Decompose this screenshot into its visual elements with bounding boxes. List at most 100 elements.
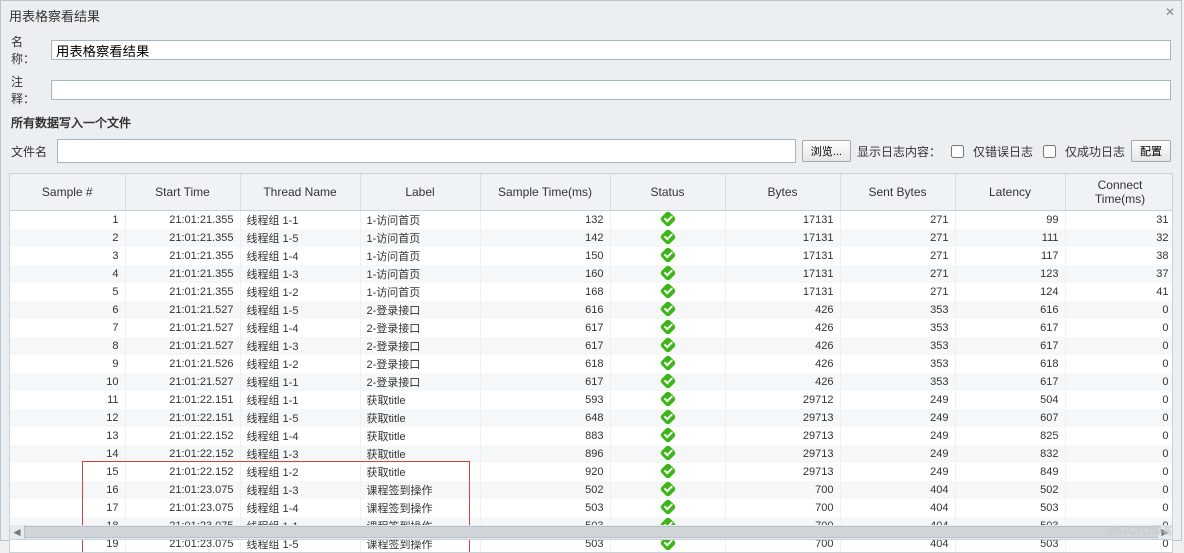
cell: 700 xyxy=(725,499,840,517)
table-row[interactable]: 1521:01:22.152线程组 1-2获取title920297132498… xyxy=(10,463,1173,481)
horizontal-scrollbar[interactable]: ◄ ► xyxy=(9,525,1173,540)
cell: 504 xyxy=(955,391,1065,409)
scroll-thumb[interactable] xyxy=(24,526,1158,538)
table-row[interactable]: 1421:01:22.152线程组 1-3获取title896297132498… xyxy=(10,445,1173,463)
cell xyxy=(610,499,725,517)
cell: 1 xyxy=(10,211,125,230)
cell: 617 xyxy=(480,337,610,355)
cell: 271 xyxy=(840,265,955,283)
cell xyxy=(610,463,725,481)
cell: 616 xyxy=(480,301,610,319)
status-ok-icon xyxy=(659,391,676,407)
name-input[interactable] xyxy=(51,40,1171,60)
table-row[interactable]: 1221:01:22.151线程组 1-5获取title648297132496… xyxy=(10,409,1173,427)
cell: 16 xyxy=(10,481,125,499)
name-row: 名称： xyxy=(1,30,1181,70)
cell: 线程组 1-2 xyxy=(240,463,360,481)
close-icon[interactable]: ✕ xyxy=(1165,5,1175,19)
status-ok-icon xyxy=(659,445,676,461)
table-row[interactable]: 721:01:21.527线程组 1-42-登录接口6174263536170 xyxy=(10,319,1173,337)
cell: 29713 xyxy=(725,409,840,427)
status-ok-icon xyxy=(659,319,676,335)
cell: 271 xyxy=(840,229,955,247)
col-7[interactable]: Sent Bytes xyxy=(840,174,955,211)
cell: 获取title xyxy=(360,463,480,481)
cell: 14 xyxy=(10,445,125,463)
status-ok-icon xyxy=(659,211,676,227)
col-1[interactable]: Start Time xyxy=(125,174,240,211)
only-success-checkbox[interactable] xyxy=(1043,145,1056,158)
file-section-heading: 所有数据写入一个文件 xyxy=(1,110,1181,135)
cell: 获取title xyxy=(360,445,480,463)
cell: 21:01:21.355 xyxy=(125,265,240,283)
config-button[interactable]: 配置 xyxy=(1131,140,1171,162)
cell: 21:01:23.075 xyxy=(125,481,240,499)
browse-button[interactable]: 浏览... xyxy=(802,140,851,162)
file-row: 文件名 浏览... 显示日志内容： 仅错误日志 仅成功日志 配置 xyxy=(1,135,1181,167)
table-row[interactable]: 421:01:21.355线程组 1-31-访问首页16017131271123… xyxy=(10,265,1173,283)
table-row[interactable]: 921:01:21.526线程组 1-22-登录接口6184263536180 xyxy=(10,355,1173,373)
cell: 29713 xyxy=(725,463,840,481)
cell xyxy=(610,319,725,337)
cell xyxy=(610,427,725,445)
table-row[interactable]: 1021:01:21.527线程组 1-12-登录接口6174263536170 xyxy=(10,373,1173,391)
cell xyxy=(610,211,725,230)
table-row[interactable]: 121:01:21.355线程组 1-11-访问首页13217131271993… xyxy=(10,211,1173,230)
cell: 17131 xyxy=(725,265,840,283)
log-options: 显示日志内容： 仅错误日志 仅成功日志 xyxy=(857,142,1125,161)
cell: 426 xyxy=(725,355,840,373)
comment-input[interactable] xyxy=(51,80,1171,100)
cell: 832 xyxy=(955,445,1065,463)
table-row[interactable]: 1621:01:23.075线程组 1-3课程签到操作5027004045020 xyxy=(10,481,1173,499)
cell: 17131 xyxy=(725,283,840,301)
cell: 353 xyxy=(840,301,955,319)
table-row[interactable]: 621:01:21.527线程组 1-52-登录接口6164263536160 xyxy=(10,301,1173,319)
table-row[interactable]: 1721:01:23.075线程组 1-4课程签到操作5037004045030 xyxy=(10,499,1173,517)
scroll-left-icon[interactable]: ◄ xyxy=(10,525,25,539)
cell: 21:01:22.152 xyxy=(125,445,240,463)
cell: 21:01:21.355 xyxy=(125,229,240,247)
col-6[interactable]: Bytes xyxy=(725,174,840,211)
cell: 线程组 1-4 xyxy=(240,247,360,265)
table-row[interactable]: 321:01:21.355线程组 1-41-访问首页15017131271117… xyxy=(10,247,1173,265)
status-ok-icon xyxy=(659,373,676,389)
cell: 课程签到操作 xyxy=(360,499,480,517)
comment-label: 注释： xyxy=(11,73,45,107)
name-label: 名称： xyxy=(11,33,45,67)
cell: 920 xyxy=(480,463,610,481)
cell xyxy=(610,337,725,355)
cell: 617 xyxy=(480,319,610,337)
cell: 111 xyxy=(955,229,1065,247)
watermark: @51CTO博客 xyxy=(1105,522,1173,538)
col-8[interactable]: Latency xyxy=(955,174,1065,211)
file-input[interactable] xyxy=(57,139,796,163)
col-9[interactable]: Connect Time(ms) xyxy=(1065,174,1173,211)
cell: 21:01:21.527 xyxy=(125,319,240,337)
col-3[interactable]: Label xyxy=(360,174,480,211)
comment-row: 注释： xyxy=(1,70,1181,110)
table-row[interactable]: 1321:01:22.152线程组 1-4获取title883297132498… xyxy=(10,427,1173,445)
col-5[interactable]: Status xyxy=(610,174,725,211)
cell: 线程组 1-2 xyxy=(240,283,360,301)
cell: 618 xyxy=(480,355,610,373)
cell: 883 xyxy=(480,427,610,445)
results-table-wrap[interactable]: Sample #Start TimeThread NameLabelSample… xyxy=(9,173,1173,553)
cell: 41 xyxy=(1065,283,1173,301)
table-row[interactable]: 221:01:21.355线程组 1-51-访问首页14217131271111… xyxy=(10,229,1173,247)
cell: 426 xyxy=(725,301,840,319)
cell: 4 xyxy=(10,265,125,283)
table-row[interactable]: 521:01:21.355线程组 1-21-访问首页16817131271124… xyxy=(10,283,1173,301)
cell: 21:01:21.527 xyxy=(125,337,240,355)
only-error-checkbox[interactable] xyxy=(951,145,964,158)
cell: 17131 xyxy=(725,247,840,265)
table-row[interactable]: 1121:01:22.151线程组 1-1获取title593297122495… xyxy=(10,391,1173,409)
table-row[interactable]: 821:01:21.527线程组 1-32-登录接口6174263536170 xyxy=(10,337,1173,355)
cell: 142 xyxy=(480,229,610,247)
cell: 线程组 1-1 xyxy=(240,211,360,230)
col-4[interactable]: Sample Time(ms) xyxy=(480,174,610,211)
cell: 617 xyxy=(955,319,1065,337)
col-2[interactable]: Thread Name xyxy=(240,174,360,211)
cell: 648 xyxy=(480,409,610,427)
cell: 课程签到操作 xyxy=(360,481,480,499)
col-0[interactable]: Sample # xyxy=(10,174,125,211)
